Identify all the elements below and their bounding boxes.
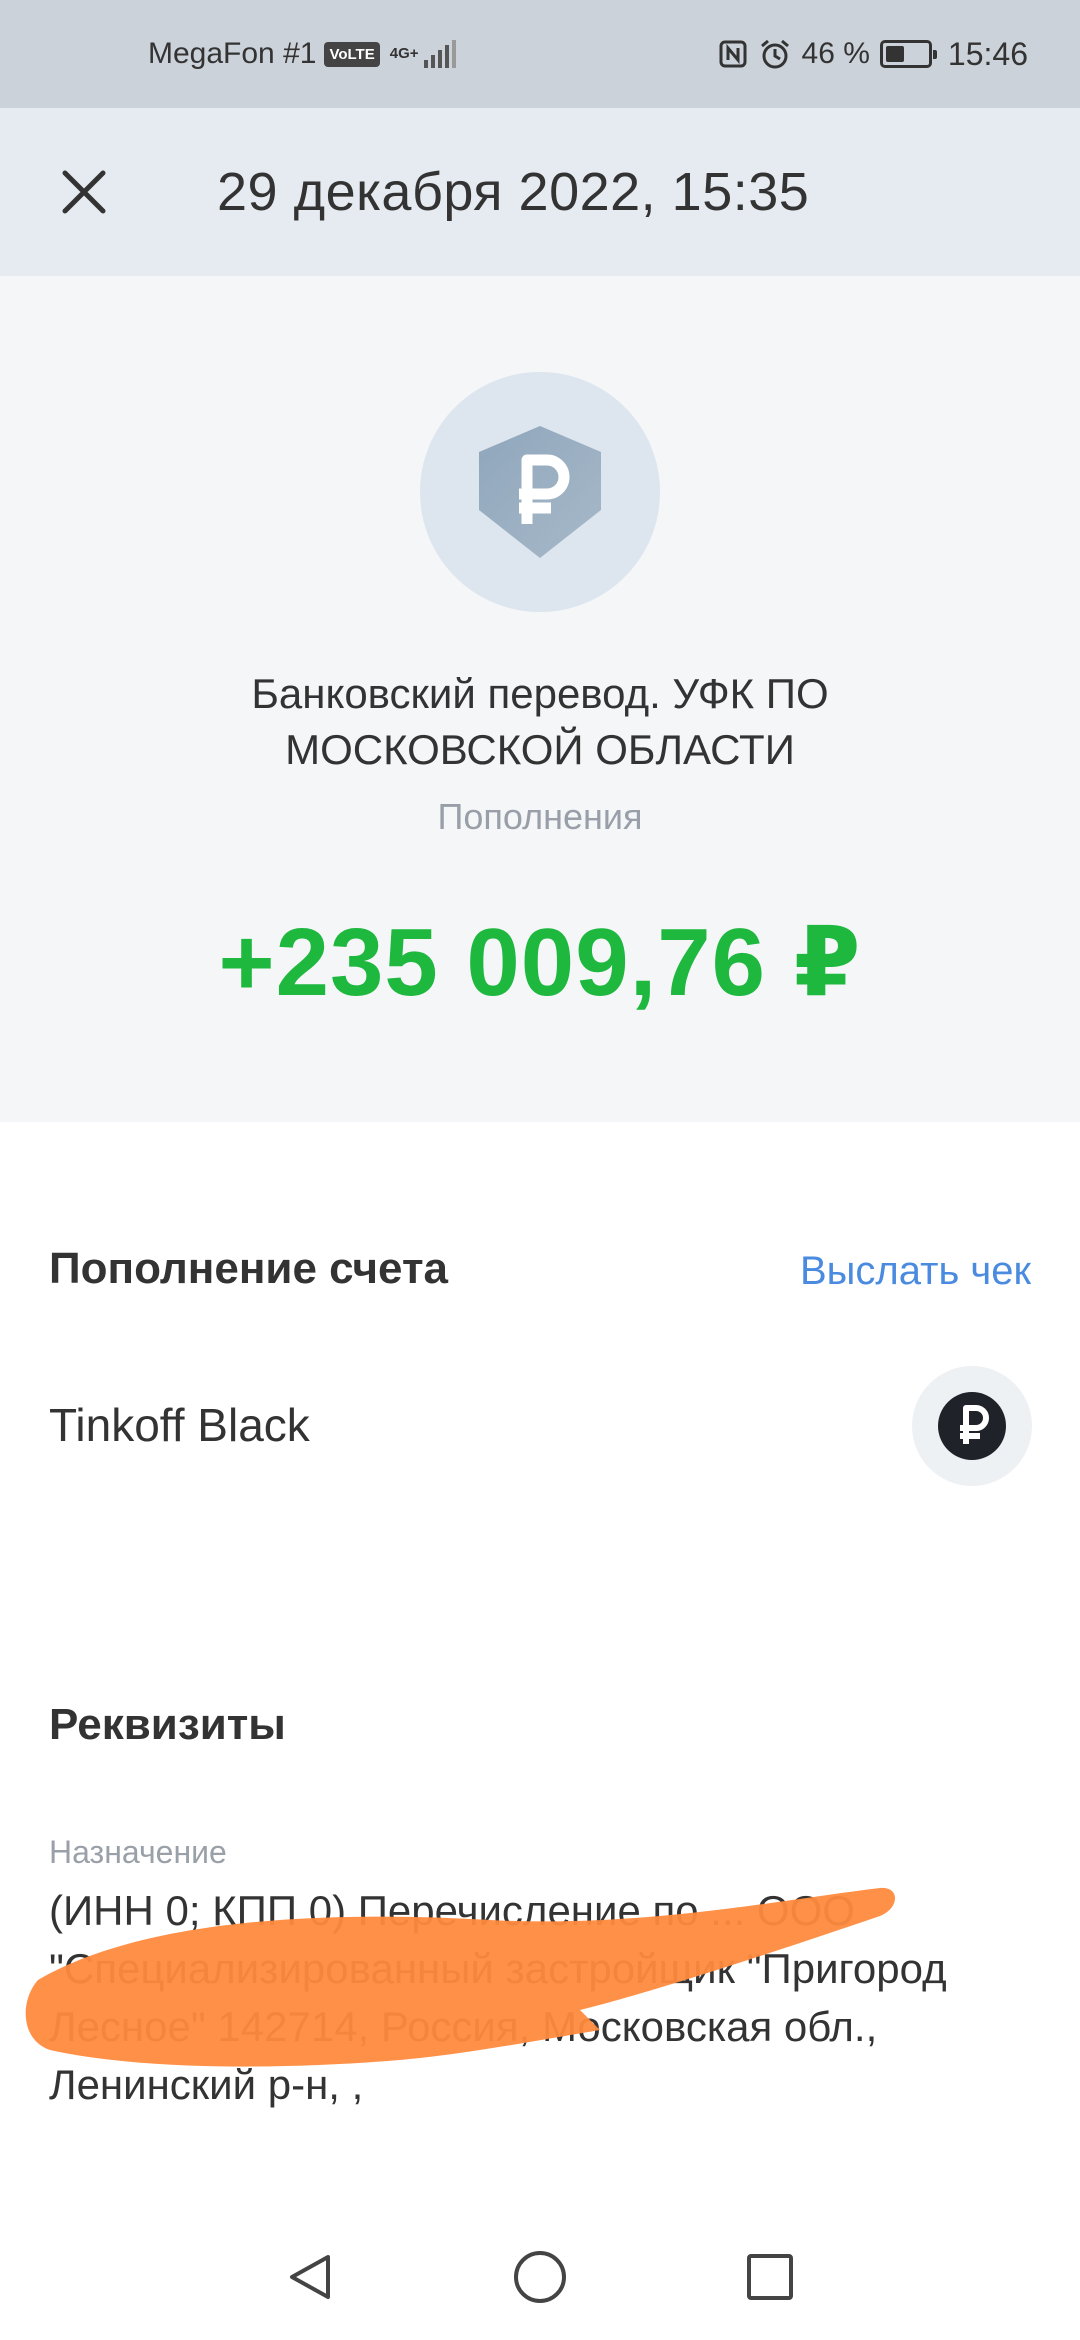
clock: 15:46: [947, 35, 1028, 72]
home-circle-icon: [514, 2251, 566, 2303]
close-icon: [62, 170, 106, 214]
volte-badge: VoLTE: [324, 41, 380, 67]
operation-details-screen: MegaFon #1 VoLTE 4G+ 46 % 15:46 29 декаб…: [0, 0, 1080, 2340]
details-section-title: Реквизиты: [49, 1700, 286, 1749]
operation-summary: Банковский перевод. УФК ПО МОСКОВСКОЙ ОБ…: [0, 276, 1080, 1122]
operation-category[interactable]: Пополнения: [0, 796, 1080, 838]
send-receipt-link[interactable]: Выслать чек: [800, 1249, 1031, 1294]
system-navigation-bar: [0, 2214, 1080, 2340]
recents-square-icon: [747, 2254, 793, 2300]
status-bar-right: 46 % 15:46: [718, 36, 1028, 73]
signal-icon: [423, 40, 459, 68]
home-button[interactable]: [425, 2214, 655, 2340]
ruble-icon: [938, 1392, 1006, 1460]
operation-amount: +235 009,76 ₽: [218, 909, 862, 1016]
counterparty-name: Банковский перевод. УФК ПО МОСКОВСКОЙ ОБ…: [251, 670, 829, 773]
recents-button[interactable]: [655, 2214, 885, 2340]
redaction-scribble: [25, 1887, 895, 2067]
back-button[interactable]: [195, 2214, 425, 2340]
purpose-label: Назначение: [49, 1834, 227, 1870]
nfc-icon: [718, 39, 748, 69]
battery-icon: [879, 40, 937, 68]
carrier-name: MegaFon #1: [148, 37, 317, 70]
top-app-bar: 29 декабря 2022, 15:35: [0, 108, 1080, 276]
account-section-title: Пополнение счета: [49, 1244, 448, 1293]
battery-percent: 46 %: [801, 37, 870, 70]
operation-datetime: 29 декабря 2022, 15:35: [217, 162, 810, 222]
back-triangle-icon: [290, 2255, 330, 2299]
ruble-shield-icon: [420, 372, 660, 612]
account-icon[interactable]: [912, 1366, 1032, 1486]
close-button[interactable]: [24, 108, 144, 276]
status-bar-left: MegaFon #1 VoLTE 4G+: [148, 37, 459, 71]
status-bar: MegaFon #1 VoLTE 4G+ 46 % 15:46: [0, 0, 1080, 108]
network-type: 4G+: [389, 45, 419, 62]
account-name[interactable]: Tinkoff Black: [49, 1398, 310, 1452]
alarm-icon: [758, 37, 792, 71]
